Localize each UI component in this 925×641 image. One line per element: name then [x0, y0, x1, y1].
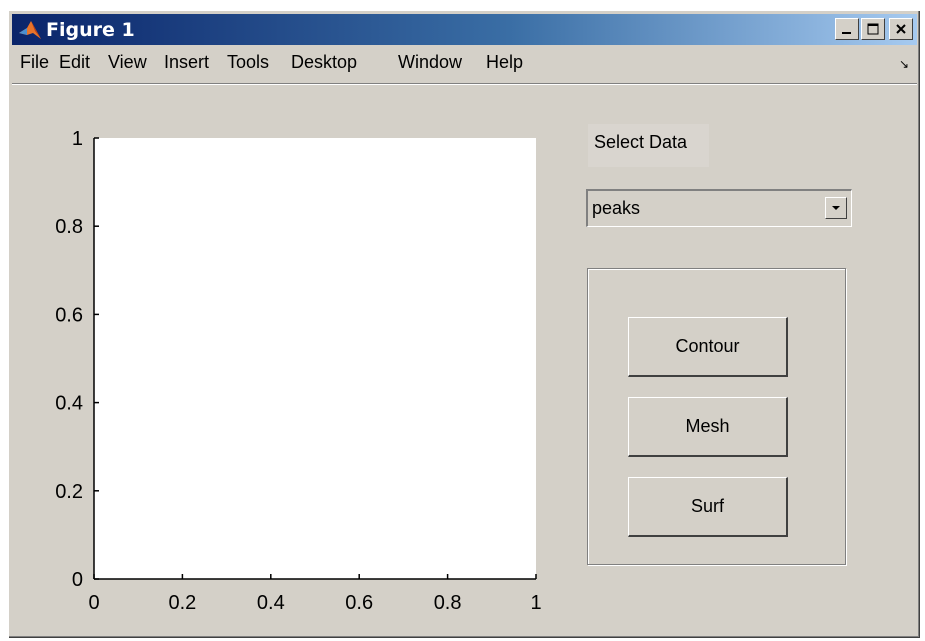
- x-tick-label: 0.6: [345, 592, 373, 614]
- y-tick-label: 0.2: [55, 481, 83, 503]
- x-tick-label: 0.8: [434, 592, 462, 614]
- plot-button-panel: Contour Mesh Surf: [587, 268, 846, 565]
- x-ticks: 0 0.2 0.4 0.6 0.8 1: [88, 574, 542, 614]
- y-ticks: 0 0.2 0.4 0.6 0.8 1: [55, 128, 99, 591]
- y-tick-label: 0.4: [55, 393, 83, 415]
- contour-button[interactable]: Contour: [628, 317, 788, 377]
- popup-selected-value: peaks: [592, 198, 641, 218]
- data-popup-menu[interactable]: peaks: [586, 189, 852, 227]
- x-tick-label: 0: [88, 592, 99, 614]
- y-tick-label: 0: [72, 569, 83, 591]
- surf-button[interactable]: Surf: [628, 477, 788, 537]
- x-tick-label: 0.4: [257, 592, 285, 614]
- y-tick-label: 1: [72, 128, 83, 150]
- popup-dropdown-button[interactable]: [825, 197, 847, 219]
- mesh-button[interactable]: Mesh: [628, 397, 788, 457]
- select-data-label: Select Data: [588, 124, 709, 167]
- y-tick-label: 0.6: [55, 304, 83, 326]
- chevron-down-icon: [832, 206, 840, 210]
- x-tick-label: 0.2: [168, 592, 196, 614]
- y-tick-label: 0.8: [55, 216, 83, 238]
- x-tick-label: 1: [530, 592, 541, 614]
- axes-area[interactable]: [94, 138, 536, 579]
